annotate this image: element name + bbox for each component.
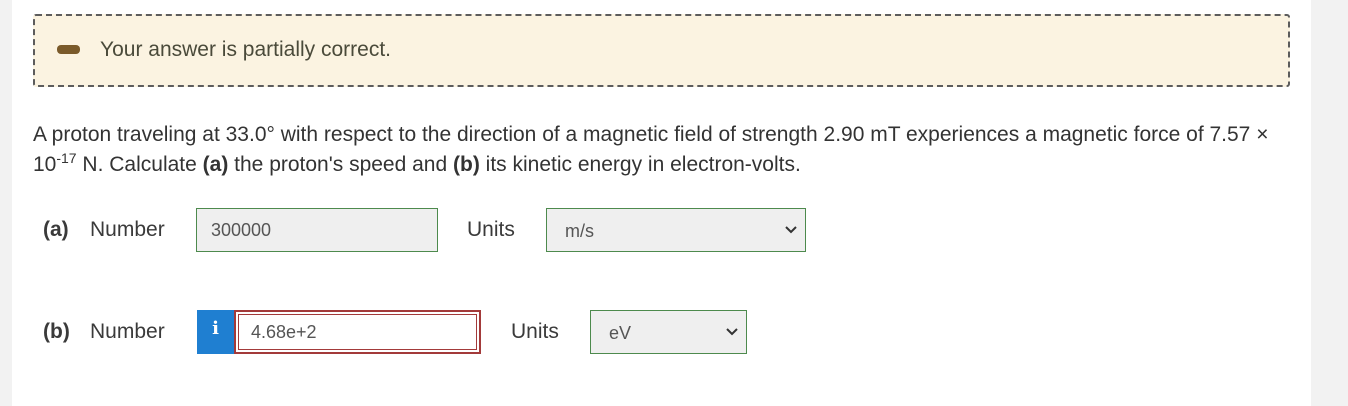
exponent-base: 10 <box>33 153 57 176</box>
part-b-marker: (b) <box>453 153 480 176</box>
part-a-marker: (a) <box>202 153 229 176</box>
question-text: A proton traveling at 33.0° with respect… <box>33 120 1298 180</box>
part-b-input-wrapper <box>234 310 481 354</box>
part-a-units-label: Units <box>467 218 515 241</box>
feedback-text: Your answer is partially correct. <box>100 38 392 61</box>
question-mid: N. Calculate <box>76 153 203 176</box>
part-a-label: (a) <box>43 218 69 241</box>
part-b-number-input[interactable] <box>238 314 477 350</box>
part-b-units-select[interactable]: eV <box>590 310 747 354</box>
part-a-number-input[interactable] <box>196 208 438 252</box>
part-a-units-value: m/s <box>565 221 594 241</box>
chevron-down-icon <box>785 226 797 234</box>
part-b-units-value: eV <box>609 323 632 343</box>
part-a-number-label: Number <box>90 218 165 241</box>
part-b-units-label: Units <box>511 320 559 343</box>
part-b-text: its kinetic energy in electron-volts. <box>479 153 801 176</box>
part-b-label: (b) <box>43 320 70 343</box>
part-b-number-label: Number <box>90 320 165 343</box>
exponent: -17 <box>56 150 77 166</box>
chevron-down-icon <box>726 328 738 336</box>
part-a-text: the proton's speed and <box>228 153 454 176</box>
feedback-banner: Your answer is partially correct. <box>33 14 1290 87</box>
question-line: A proton traveling at 33.0° with respect… <box>33 123 1269 146</box>
info-icon[interactable]: i <box>197 310 234 354</box>
part-a-units-select[interactable]: m/s <box>546 208 806 252</box>
minus-icon <box>57 45 80 54</box>
